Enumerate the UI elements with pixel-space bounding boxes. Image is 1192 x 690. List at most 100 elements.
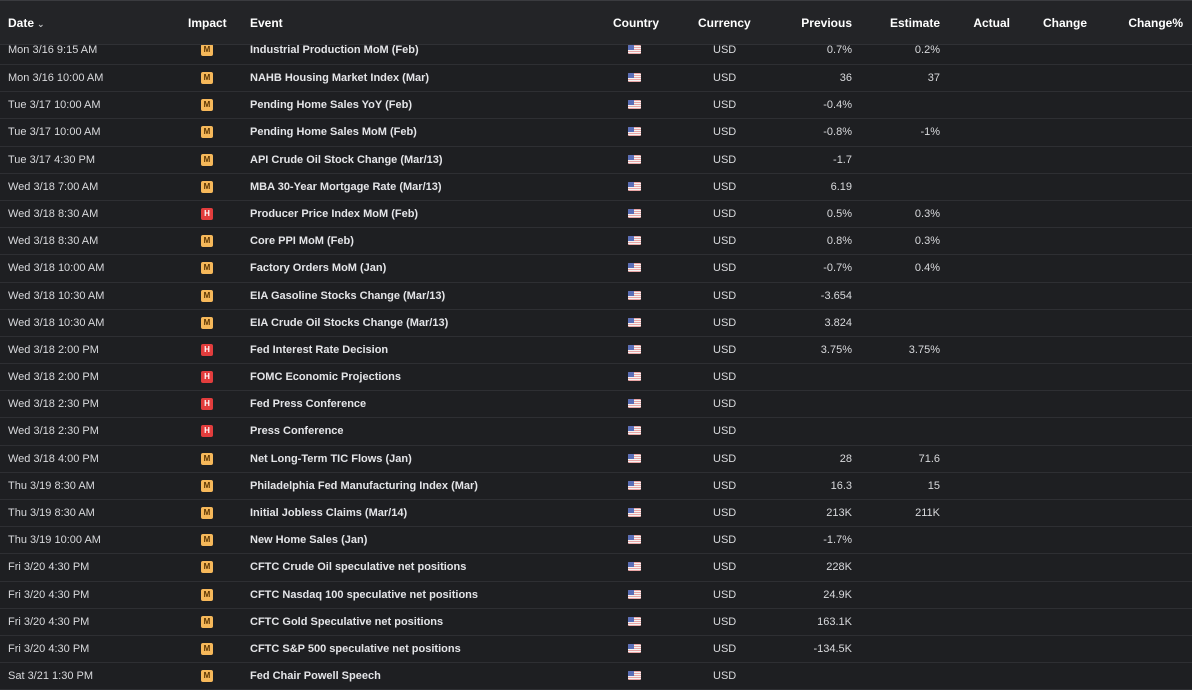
table-row[interactable]: Thu 3/19 10:00 AM M New Home Sales (Jan)… xyxy=(0,527,1192,555)
currency-code: USD xyxy=(713,180,737,193)
estimate-value: 211K xyxy=(915,507,940,519)
event-name[interactable]: New Home Sales (Jan) xyxy=(250,527,367,553)
column-header-currency[interactable]: Currency xyxy=(698,1,751,45)
table-row[interactable]: Fri 3/20 4:30 PM M CFTC S&P 500 speculat… xyxy=(0,635,1192,664)
column-header-impact[interactable]: Impact xyxy=(188,1,227,45)
column-header-date[interactable]: Date ⌄ xyxy=(8,1,45,45)
impact-medium-badge: M xyxy=(201,180,213,193)
impact-medium-badge: M xyxy=(201,642,213,655)
previous-value: 0.5% xyxy=(826,207,852,220)
impact-medium-badge: M xyxy=(201,235,213,248)
currency-code: USD xyxy=(713,343,737,356)
impact-cell: M xyxy=(201,663,214,689)
previous-value: -134.5K xyxy=(813,642,852,655)
table-row[interactable]: Mon 3/16 10:00 AM M NAHB Housing Market … xyxy=(0,65,1192,93)
table-row[interactable]: Fri 3/20 4:30 PM M CFTC Crude Oil specul… xyxy=(0,554,1192,582)
event-name[interactable]: Press Conference xyxy=(250,418,344,444)
table-row[interactable]: Wed 3/18 10:00 AM M Factory Orders MoM (… xyxy=(0,255,1192,283)
us-flag-icon xyxy=(628,344,641,354)
previous-value: -0.4% xyxy=(823,99,852,112)
column-header-country[interactable]: Country xyxy=(613,1,659,45)
event-name[interactable]: Fed Press Conference xyxy=(250,391,366,417)
event-name[interactable]: Fed Chair Powell Speech xyxy=(250,663,381,689)
estimate-value: 71.6 xyxy=(918,452,940,465)
impact-cell: M xyxy=(201,527,214,553)
event-name[interactable]: CFTC Gold Speculative net positions xyxy=(250,609,443,635)
estimate-value: 3.75% xyxy=(908,343,940,356)
event-name[interactable]: FOMC Economic Projections xyxy=(250,364,401,390)
table-row[interactable]: Wed 3/18 2:30 PM H Press Conference USD xyxy=(0,418,1192,446)
table-row[interactable]: Wed 3/18 10:30 AM M EIA Gasoline Stocks … xyxy=(0,282,1192,310)
impact-high-badge: H xyxy=(201,425,213,438)
event-name[interactable]: MBA 30-Year Mortgage Rate (Mar/13) xyxy=(250,174,442,200)
table-row[interactable]: Thu 3/19 8:30 AM M Philadelphia Fed Manu… xyxy=(0,472,1192,500)
impact-medium-badge: M xyxy=(201,561,213,574)
table-row[interactable]: Wed 3/18 2:30 PM H Fed Press Conference … xyxy=(0,391,1192,419)
event-name[interactable]: Net Long-Term TIC Flows (Jan) xyxy=(250,446,412,472)
impact-cell: M xyxy=(201,609,214,635)
table-row[interactable]: Wed 3/18 8:30 AM M Core PPI MoM (Feb) US… xyxy=(0,228,1192,256)
event-name[interactable]: Fed Interest Rate Decision xyxy=(250,337,388,363)
event-name[interactable]: CFTC Nasdaq 100 speculative net position… xyxy=(250,582,478,608)
table-row[interactable]: Fri 3/20 4:30 PM M CFTC Nasdaq 100 specu… xyxy=(0,581,1192,609)
impact-medium-badge: M xyxy=(201,289,213,302)
column-header-change[interactable]: Change xyxy=(1043,1,1087,45)
us-flag-icon xyxy=(628,480,641,490)
table-row[interactable]: Wed 3/18 4:00 PM M Net Long-Term TIC Flo… xyxy=(0,445,1192,473)
impact-medium-badge: M xyxy=(201,153,213,166)
table-row[interactable]: Wed 3/18 2:00 PM H FOMC Economic Project… xyxy=(0,364,1192,392)
impact-cell: M xyxy=(201,500,214,526)
table-row[interactable]: Wed 3/18 8:30 AM H Producer Price Index … xyxy=(0,200,1192,229)
table-row[interactable]: Fri 3/20 4:30 PM M CFTC Gold Speculative… xyxy=(0,608,1192,636)
currency-code: USD xyxy=(713,262,737,275)
event-date: Wed 3/18 2:30 PM xyxy=(8,425,99,438)
chevron-down-icon[interactable]: ⌄ xyxy=(37,2,45,46)
impact-cell: H xyxy=(201,337,214,363)
event-name[interactable]: EIA Crude Oil Stocks Change (Mar/13) xyxy=(250,310,448,336)
event-date: Tue 3/17 10:00 AM xyxy=(8,126,101,139)
currency-code: USD xyxy=(713,452,737,465)
event-name[interactable]: Factory Orders MoM (Jan) xyxy=(250,255,386,281)
currency-code: USD xyxy=(713,507,737,519)
table-row[interactable]: Wed 3/18 10:30 AM M EIA Crude Oil Stocks… xyxy=(0,309,1192,337)
table-row[interactable]: Thu 3/19 8:30 AM M Initial Jobless Claim… xyxy=(0,500,1192,528)
us-flag-icon xyxy=(628,535,641,545)
column-header-event[interactable]: Event xyxy=(250,1,283,45)
impact-cell: M xyxy=(201,174,214,200)
event-name[interactable]: NAHB Housing Market Index (Mar) xyxy=(250,65,429,91)
column-header-actual[interactable]: Actual xyxy=(973,1,1010,45)
table-row[interactable]: Sat 3/21 1:30 PM M Fed Chair Powell Spee… xyxy=(0,663,1192,690)
event-name[interactable]: Philadelphia Fed Manufacturing Index (Ma… xyxy=(250,473,478,499)
previous-value: -3.654 xyxy=(820,289,852,302)
currency-code: USD xyxy=(713,316,737,329)
event-date: Wed 3/18 7:00 AM xyxy=(8,180,99,193)
table-row[interactable]: Tue 3/17 4:30 PM M API Crude Oil Stock C… xyxy=(0,146,1192,174)
event-date: Wed 3/18 10:30 AM xyxy=(8,316,105,329)
table-row[interactable]: Wed 3/18 2:00 PM H Fed Interest Rate Dec… xyxy=(0,336,1192,365)
previous-value: 24.9K xyxy=(823,588,852,601)
table-row[interactable]: Tue 3/17 10:00 AM M Pending Home Sales Y… xyxy=(0,92,1192,120)
us-flag-icon xyxy=(628,317,641,327)
event-name[interactable]: API Crude Oil Stock Change (Mar/13) xyxy=(250,147,443,173)
event-name[interactable]: Core PPI MoM (Feb) xyxy=(250,228,354,254)
event-name[interactable]: CFTC Crude Oil speculative net positions xyxy=(250,554,466,580)
impact-medium-badge: M xyxy=(201,126,213,139)
previous-value: 163.1K xyxy=(817,615,852,628)
previous-value: 213K xyxy=(826,507,852,519)
event-date: Fri 3/20 4:30 PM xyxy=(8,615,90,628)
column-header-change-pct[interactable]: Change% xyxy=(1128,1,1183,45)
us-flag-icon xyxy=(628,616,641,626)
event-name[interactable]: Producer Price Index MoM (Feb) xyxy=(250,201,418,227)
event-name[interactable]: Pending Home Sales YoY (Feb) xyxy=(250,92,412,118)
table-row[interactable]: Wed 3/18 7:00 AM M MBA 30-Year Mortgage … xyxy=(0,173,1192,201)
currency-code: USD xyxy=(713,398,737,411)
event-name[interactable]: CFTC S&P 500 speculative net positions xyxy=(250,636,461,662)
column-header-previous[interactable]: Previous xyxy=(801,1,852,45)
table-row[interactable]: Tue 3/17 10:00 AM M Pending Home Sales M… xyxy=(0,119,1192,147)
us-flag-icon xyxy=(628,453,641,463)
event-name[interactable]: EIA Gasoline Stocks Change (Mar/13) xyxy=(250,283,445,309)
impact-cell: H xyxy=(201,418,214,444)
event-name[interactable]: Pending Home Sales MoM (Feb) xyxy=(250,119,417,145)
column-header-estimate[interactable]: Estimate xyxy=(890,1,940,45)
event-name[interactable]: Initial Jobless Claims (Mar/14) xyxy=(250,500,407,526)
